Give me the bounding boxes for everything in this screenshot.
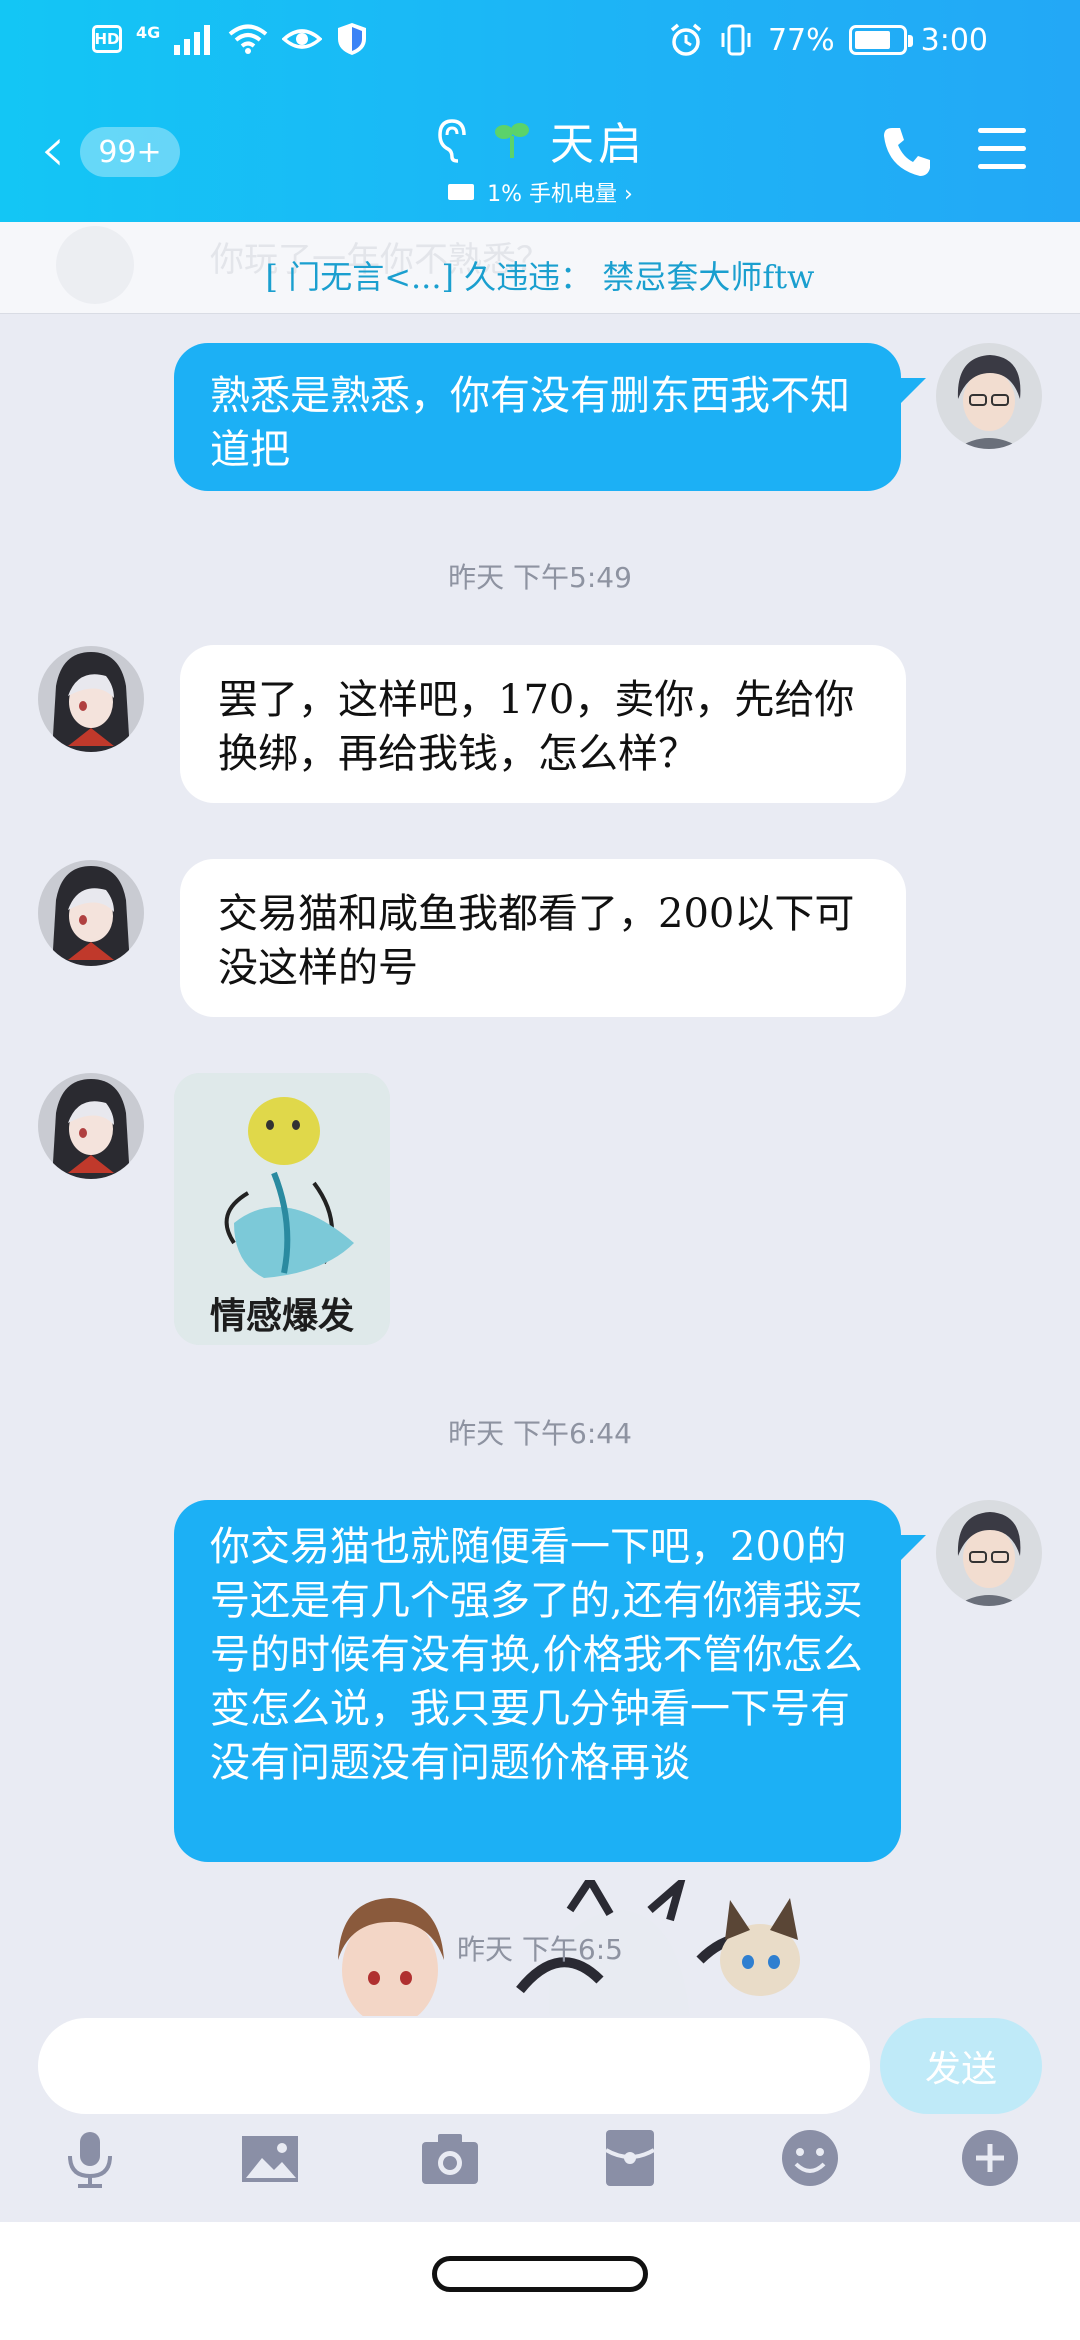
message-timestamp: 昨天 下午5:49	[448, 561, 632, 594]
outgoing-message-bubble[interactable]: 熟悉是熟悉，你有没有删东西我不知道把	[174, 343, 901, 491]
emoji-icon[interactable]	[780, 2128, 840, 2188]
back-button[interactable]: ‹	[40, 118, 66, 182]
status-time: 3:00	[920, 22, 988, 58]
status-right: 77% 3:00	[668, 22, 988, 58]
status-left: HD 4G	[92, 22, 368, 56]
sprout-icon	[495, 123, 529, 158]
vibrate-icon	[721, 24, 751, 56]
eye-icon	[282, 29, 323, 49]
message-timestamp: 昨天 下午6:5	[457, 1933, 623, 1966]
my-avatar[interactable]	[936, 343, 1042, 449]
bubble-tail	[900, 1535, 926, 1561]
sticker-caption: 情感爆发	[209, 1296, 354, 1337]
battery-icon	[848, 25, 913, 55]
alarm-icon	[670, 23, 702, 56]
contact-avatar[interactable]	[38, 1073, 144, 1179]
message-text: 交易猫和咸鱼我都看了，200以下可没这样的号	[218, 891, 855, 991]
camera-icon[interactable]	[420, 2128, 480, 2188]
hd-badge: HD	[92, 25, 122, 53]
contact-avatar[interactable]	[38, 646, 144, 752]
microphone-icon[interactable]	[60, 2128, 120, 2188]
message-text: 罢了，这样吧，170，卖你，先给你换绑，再给我钱，怎么样？	[218, 677, 855, 777]
message-timestamp: 昨天 下午6:44	[448, 1417, 632, 1450]
shield-icon	[338, 23, 367, 55]
incoming-message-bubble[interactable]: 罢了，这样吧，170，卖你，先给你换绑，再给我钱，怎么样？	[180, 645, 906, 803]
sticker-image[interactable]: 情感爆发	[174, 1073, 390, 1345]
notice-text: [ 门无言<...] 久违违： 禁忌套大师ftw	[265, 258, 815, 296]
status-bar: HD 4G 77% 3:00	[0, 0, 1080, 90]
incoming-message-bubble[interactable]: 交易猫和咸鱼我都看了，200以下可没这样的号	[180, 859, 906, 1017]
chat-title[interactable]: 天启 1% 手机电量 ›	[380, 108, 700, 208]
chat-subtitle: 1% 手机电量 ›	[487, 182, 633, 207]
message-input[interactable]	[38, 2018, 870, 2114]
contact-avatar[interactable]	[38, 860, 144, 966]
outgoing-message-bubble[interactable]: 你交易猫也就随便看一下吧，200的号还是有几个强多了的,还有你猜我买号的时候有没…	[174, 1500, 901, 1862]
signal-icon	[174, 25, 211, 55]
phone-battery-icon	[448, 184, 475, 200]
contact-name: 天启	[550, 119, 646, 170]
bubble-tail	[900, 378, 926, 404]
plus-icon[interactable]	[960, 2128, 1020, 2188]
home-indicator[interactable]	[432, 2256, 648, 2292]
my-avatar[interactable]	[936, 1500, 1042, 1606]
phone-call-icon[interactable]	[882, 124, 932, 178]
group-notice-bar[interactable]: 你玩了一年你不熟悉？ [ 门无言<...] 久违违： 禁忌套大师ftw	[0, 222, 1080, 314]
message-text: 你交易猫也就随便看一下吧，200的号还是有几个强多了的,还有你猜我买号的时候有没…	[210, 1524, 863, 1786]
menu-icon[interactable]	[978, 128, 1026, 182]
image-icon[interactable]	[240, 2128, 300, 2188]
send-button[interactable]: 发送	[880, 2018, 1042, 2114]
wifi-icon	[228, 24, 268, 54]
ear-icon	[438, 119, 466, 163]
battery-percent: 77%	[767, 22, 835, 58]
unread-count-badge[interactable]: 99+	[80, 127, 180, 177]
message-text: 熟悉是熟悉，你有没有删东西我不知道把	[210, 373, 850, 473]
top-bar: HD 4G 77% 3:00 ‹ 99+ 天启 1% 手机电量 ›	[0, 0, 1080, 222]
network-type: 4G	[136, 22, 161, 42]
red-packet-icon[interactable]	[600, 2128, 660, 2188]
